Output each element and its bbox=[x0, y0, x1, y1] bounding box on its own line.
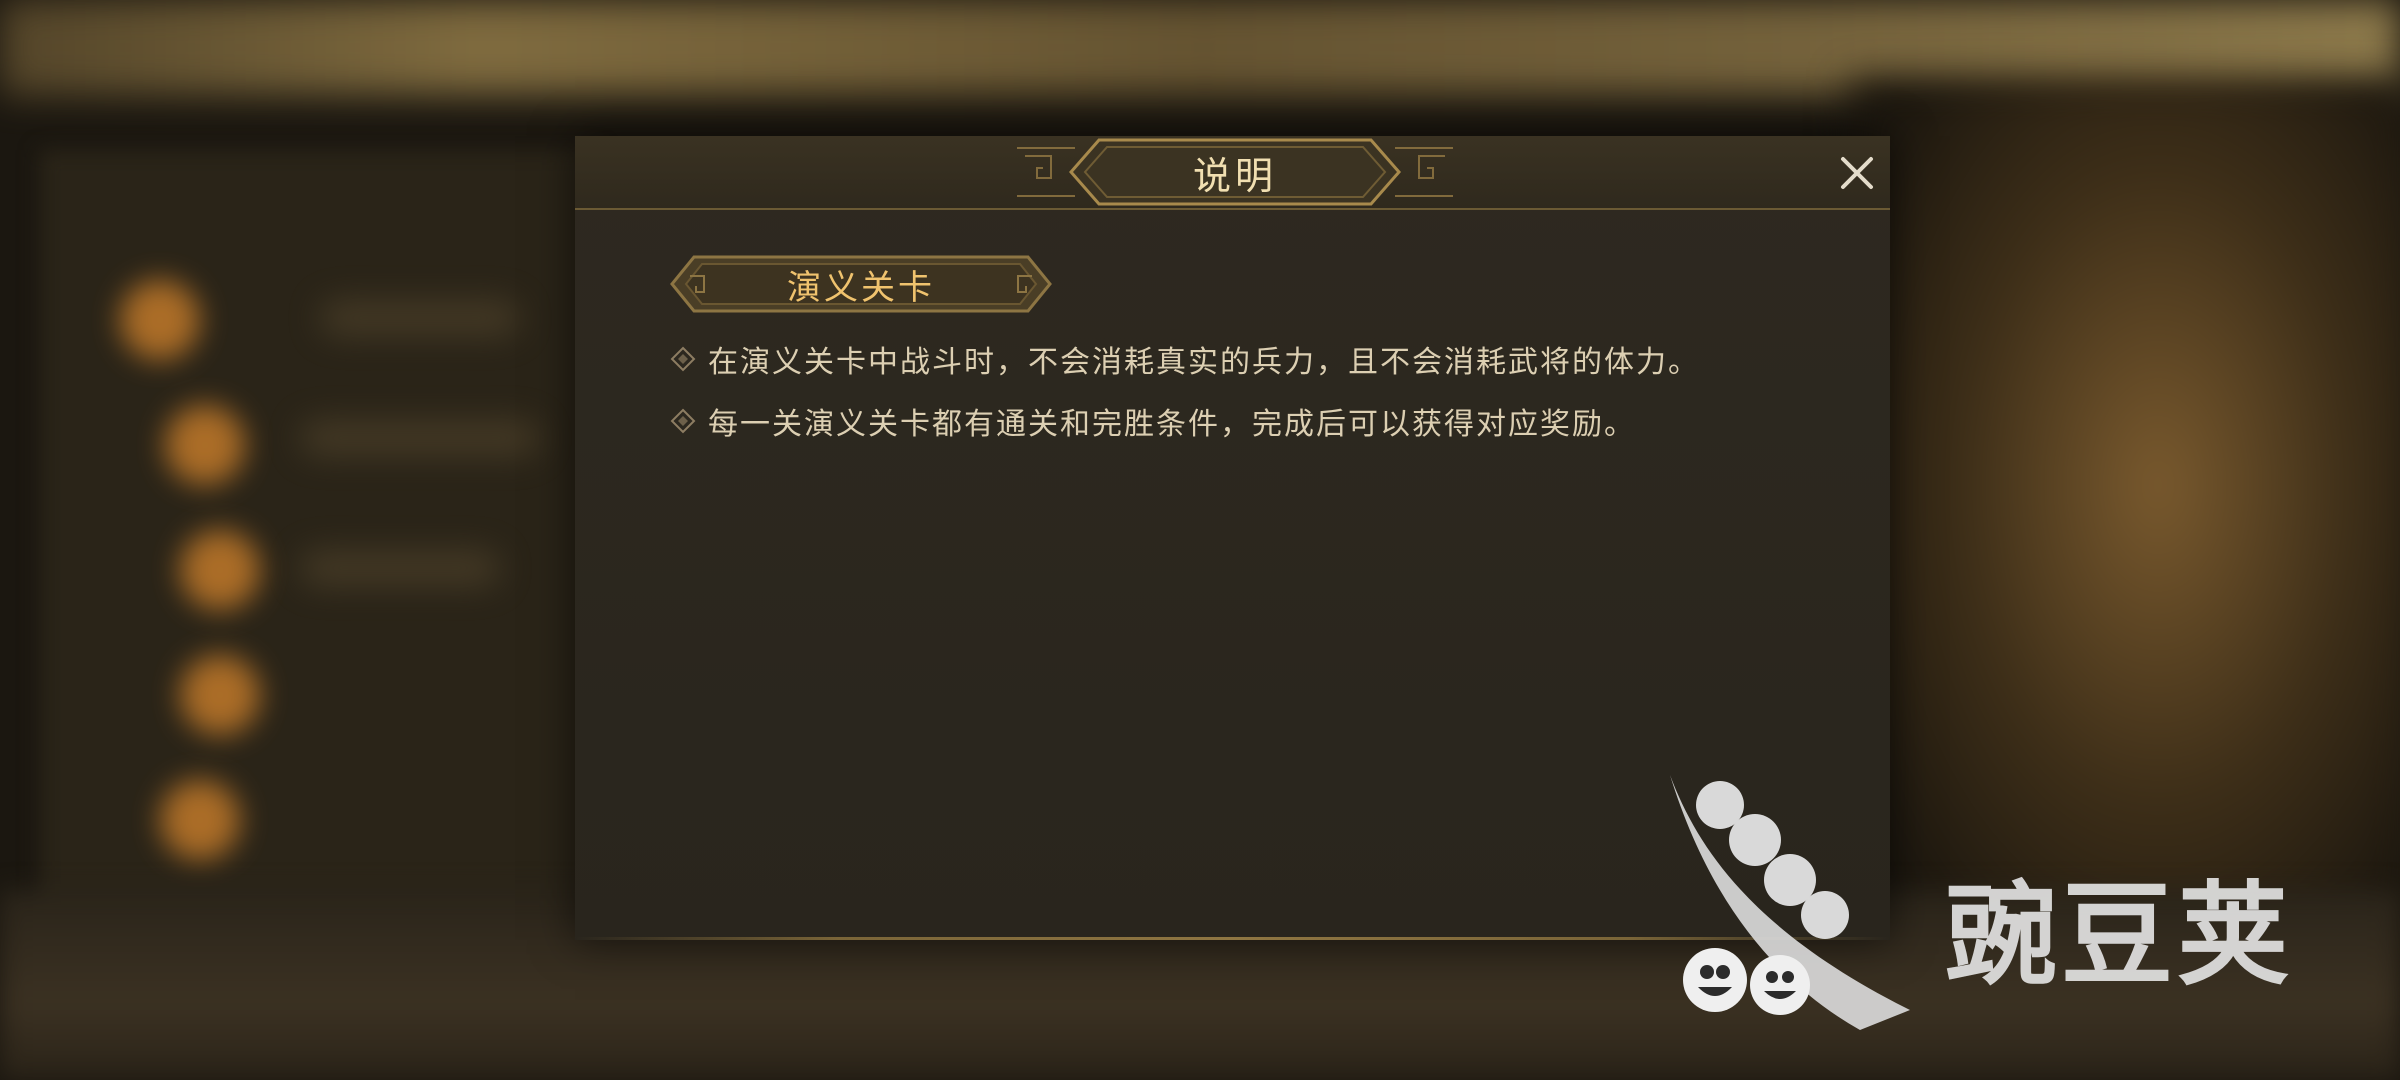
watermark-text: 豌豆荚 bbox=[1945, 871, 2293, 1001]
list-item: 在演义关卡中战斗时，不会消耗真实的兵力，且不会消耗武将的体力。 bbox=[670, 328, 1700, 390]
close-icon bbox=[1841, 157, 1873, 189]
pea-pod-logo bbox=[1670, 775, 1910, 1030]
diamond-bullet-icon bbox=[670, 408, 696, 434]
watermark: 豌豆荚 bbox=[1660, 765, 2360, 1045]
dialog-title: 说明 bbox=[1192, 153, 1277, 198]
section-title: 演义关卡 bbox=[787, 267, 935, 308]
list-item: 每一关演义关卡都有通关和完胜条件，完成后可以获得对应奖励。 bbox=[670, 390, 1700, 452]
rule-text: 每一关演义关卡都有通关和完胜条件，完成后可以获得对应奖励。 bbox=[708, 407, 1636, 442]
title-plate: 说明 bbox=[1015, 138, 1455, 206]
close-button[interactable] bbox=[1837, 153, 1877, 193]
rule-text: 在演义关卡中战斗时，不会消耗真实的兵力，且不会消耗武将的体力。 bbox=[708, 345, 1700, 380]
section-tag: 演义关卡 bbox=[670, 254, 1052, 314]
diamond-bullet-icon bbox=[670, 346, 696, 372]
rules-list: 在演义关卡中战斗时，不会消耗真实的兵力，且不会消耗武将的体力。 每一关演义关卡都… bbox=[670, 328, 1700, 452]
